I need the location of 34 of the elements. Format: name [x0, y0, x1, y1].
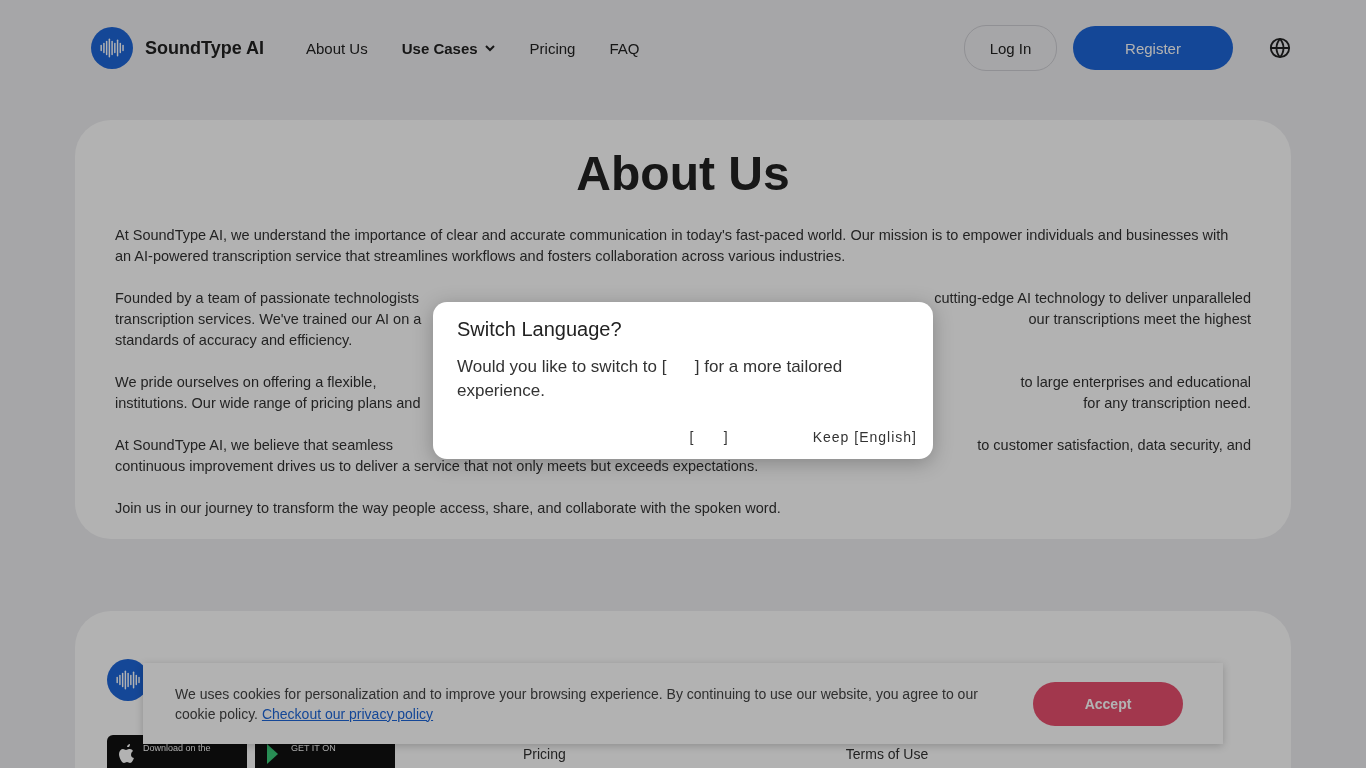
about-text: continuous improvement drives us to deliver a service that not only meets but exceeds expectations. [115, 457, 759, 476]
cookie-text: We uses cookies for personalization and to improve your browsing experience. By continuing to use our website, you agree to our cookie policy. Checkout our privacy policy [175, 684, 979, 724]
about-text: Founded by a team of passionate technologists [115, 289, 419, 308]
about-text: an AI-powered transcription service that streamlines workflows and fosters collaboration across various industries. [115, 247, 846, 266]
dialog-title: Switch Language? [457, 318, 623, 341]
register-button[interactable]: Register [1073, 26, 1233, 70]
footer-link[interactable]: Terms of Use [845, 746, 929, 762]
globe-icon[interactable] [1269, 37, 1291, 59]
dialog-action[interactable]: [ ] [689, 429, 729, 445]
about-text: transcription services. We've trained our AI on a [115, 310, 422, 329]
about-text: institutions. Our wide range of pricing plans and [115, 394, 421, 413]
dialog-action[interactable]: Keep [English] [812, 429, 917, 445]
nav-link[interactable]: FAQ [609, 39, 640, 57]
login-button[interactable]: Log In [964, 25, 1057, 71]
about-text: for any transcription need. [1083, 394, 1251, 413]
about-text: At SoundType AI, we understand the importance of clear and accurate communication in today's fast-paced world. Our mission is to empower individuals and businesses with [115, 226, 1229, 245]
dialog-message: Would you like to switch to [ ] for a more tailored experience. [457, 356, 844, 402]
about-text: We pride ourselves on offering a flexible, [115, 373, 377, 392]
brand-name[interactable]: SoundType AI [145, 37, 264, 59]
about-text: standards of accuracy and efficiency. [115, 331, 353, 350]
about-text: to customer satisfaction, data security, and [977, 436, 1251, 455]
logo-icon [91, 27, 133, 69]
about-text: At SoundType AI, we believe that seamless [115, 436, 394, 455]
about-text: our transcriptions meet the highest [1028, 310, 1251, 329]
nav-link[interactable]: Use Cases [401, 39, 496, 57]
page-title: About Us [575, 146, 791, 201]
about-text: cutting-edge AI technology to deliver unparalleled [934, 289, 1251, 308]
nav-link[interactable]: About Us [306, 39, 368, 57]
nav-link[interactable]: Pricing [529, 39, 576, 57]
chevron-down-icon[interactable] [483, 42, 496, 54]
privacy-policy-link[interactable]: Checkout our privacy policy [261, 705, 434, 722]
about-text: to large enterprises and educational [1020, 373, 1251, 392]
about-text: Join us in our journey to transform the way people access, share, and collaborate with the spoken word. [115, 499, 781, 518]
footer-link[interactable]: Pricing [523, 746, 566, 762]
